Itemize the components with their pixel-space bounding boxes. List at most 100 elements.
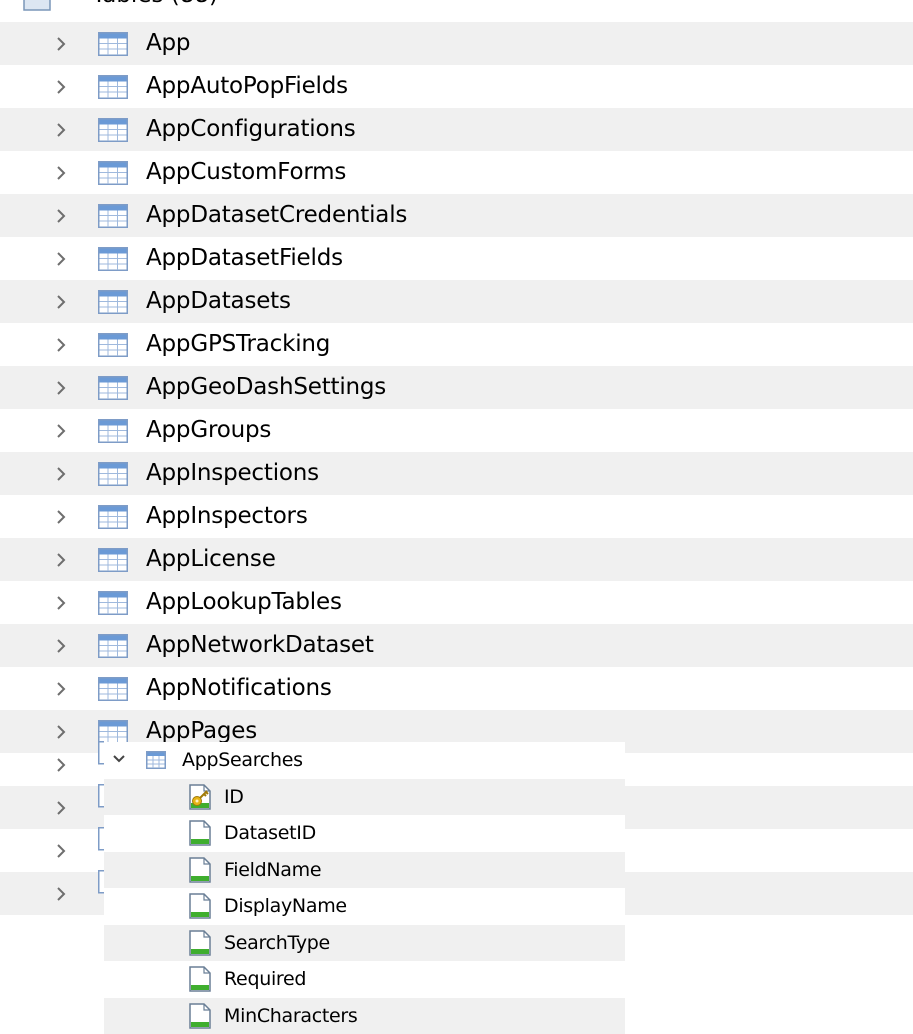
tree-node-column[interactable]: SearchType [104,925,625,961]
table-icon [98,118,128,142]
column-label: DatasetID [224,822,316,844]
table-icon [98,462,128,486]
chevron-right-icon[interactable] [54,756,68,774]
tree-node-label: AppInspectors [146,503,308,529]
tree-node-table[interactable]: AppGroups [0,409,913,452]
tree-node-label: AppDatasets [146,288,291,314]
tree-node-table[interactable]: AppNotifications [0,667,913,710]
chevron-down-icon[interactable] [112,752,126,766]
chevron-right-icon[interactable] [54,164,68,182]
column-label: FieldName [224,859,322,881]
tree-node-table[interactable]: AppDatasetCredentials [0,194,913,237]
tree-node-column[interactable]: DisplayName [104,888,625,924]
tree-node-column[interactable]: MinCharacters [104,998,625,1034]
table-icon [98,247,128,271]
tree-node-label: AppAutoPopFields [146,73,348,99]
tree-node-table[interactable]: AppGPSTracking [0,323,913,366]
tree-node-table[interactable]: App [0,22,913,65]
column-label: Required [224,968,307,990]
tree-node-table[interactable]: AppGeoDashSettings [0,366,913,409]
table-icon [98,290,128,314]
tree-node-label: AppPages [146,718,257,744]
chevron-right-icon[interactable] [54,594,68,612]
tree-node-label: AppSearches [182,749,303,771]
column-icon [189,893,211,919]
column-icon [189,820,211,846]
table-icon [98,376,128,400]
chevron-right-icon[interactable] [54,336,68,354]
tree-node-table[interactable]: AppCustomForms [0,151,913,194]
chevron-right-icon[interactable] [54,680,68,698]
tables-folder-label: Tables (88) [92,0,218,9]
tree-node-label: AppInspections [146,460,319,486]
column-icon [189,1003,211,1029]
chevron-right-icon[interactable] [54,551,68,569]
tree-node-label: AppCustomForms [146,159,347,185]
tree-node-label: AppNetworkDataset [146,632,374,658]
tree-node-table[interactable]: AppDatasets [0,280,913,323]
chevron-right-icon[interactable] [54,885,68,903]
chevron-right-icon[interactable] [54,723,68,741]
folder-icon [23,0,51,11]
table-icon [98,32,128,56]
chevron-right-icon[interactable] [54,250,68,268]
chevron-right-icon[interactable] [54,35,68,53]
table-icon [98,505,128,529]
tree-node-label: AppConfigurations [146,116,356,142]
table-icon [98,591,128,615]
object-explorer-tree: Tables (88) App AppAutoPopFields AppConfig… [0,0,913,1034]
chevron-right-icon[interactable] [54,799,68,817]
tree-node-label: AppDatasetFields [146,245,343,271]
chevron-right-icon[interactable] [54,379,68,397]
table-icon [146,751,166,769]
tree-node-appsearches[interactable]: AppSearches [104,742,625,778]
table-icon [98,204,128,228]
table-icon [98,677,128,701]
tree-node-label: AppLookupTables [146,589,342,615]
tables-folder-node[interactable]: Tables (88) [0,0,913,18]
tree-node-column[interactable]: ID [104,779,625,815]
tree-node-label: AppLicense [146,546,276,572]
tree-node-table[interactable]: AppConfigurations [0,108,913,151]
tree-node-table[interactable]: AppNetworkDataset [0,624,913,667]
tree-node-table[interactable]: AppLookupTables [0,581,913,624]
column-label: MinCharacters [224,1005,358,1027]
tree-node-table[interactable]: AppDatasetFields [0,237,913,280]
column-icon [189,857,211,883]
column-icon [189,930,211,956]
chevron-right-icon[interactable] [54,121,68,139]
column-icon [189,966,211,992]
tree-node-table[interactable]: AppInspections [0,452,913,495]
chevron-right-icon[interactable] [54,637,68,655]
tree-node-table[interactable]: AppInspectors [0,495,913,538]
table-icon [98,634,128,658]
tree-node-column[interactable]: DatasetID [104,815,625,851]
tree-node-column[interactable]: FieldName [104,852,625,888]
tree-node-label: AppGroups [146,417,272,443]
tree-node-label: App [146,30,191,56]
table-icon [98,419,128,443]
primary-key-column-icon [189,784,211,810]
expanded-table-panel: AppSearches ID DatasetID FieldName DisplayN… [104,742,625,1034]
tree-node-label: AppDatasetCredentials [146,202,408,228]
tree-node-label: AppNotifications [146,675,332,701]
chevron-right-icon[interactable] [54,842,68,860]
column-label: DisplayName [224,895,347,917]
tree-node-label: AppGPSTracking [146,331,331,357]
chevron-right-icon[interactable] [54,508,68,526]
table-icon [98,548,128,572]
chevron-right-icon[interactable] [54,78,68,96]
column-label: SearchType [224,932,330,954]
chevron-right-icon[interactable] [54,207,68,225]
table-icon [98,333,128,357]
tree-node-table[interactable]: AppAutoPopFields [0,65,913,108]
tree-node-table[interactable]: AppLicense [0,538,913,581]
table-icon [98,161,128,185]
tree-node-column[interactable]: Required [104,961,625,997]
tree-node-label: AppGeoDashSettings [146,374,387,400]
table-icon [98,75,128,99]
chevron-right-icon[interactable] [54,465,68,483]
chevron-right-icon[interactable] [54,293,68,311]
chevron-right-icon[interactable] [54,422,68,440]
column-label: ID [224,786,244,808]
